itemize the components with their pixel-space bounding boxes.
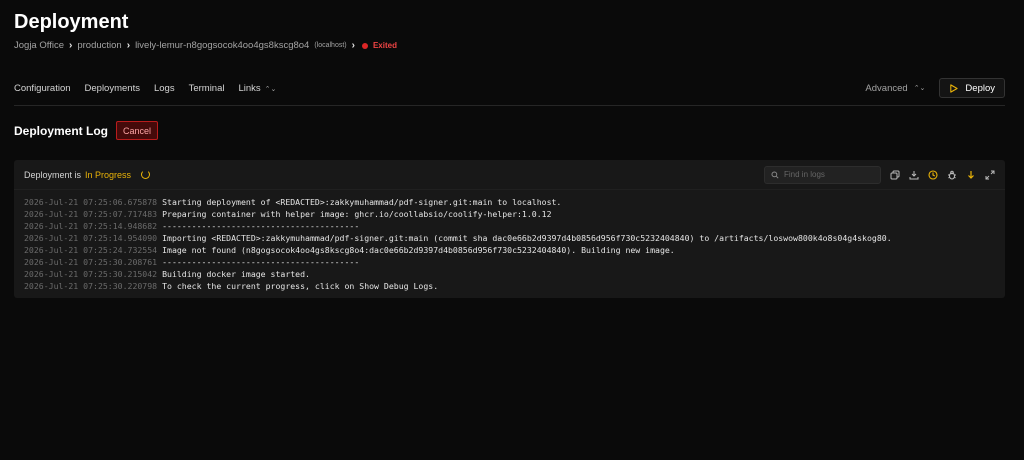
log-toolbar [764, 165, 995, 184]
chevron-right-icon: › [351, 40, 355, 51]
breadcrumb: Jogja Office › production › lively-lemur… [14, 40, 397, 51]
copy-icon[interactable] [890, 170, 900, 180]
tab-links-label: Links [238, 83, 261, 94]
log-timestamp: 2026-Jul-21 07:25:14.948682 [24, 221, 158, 231]
chevron-updown-icon: ⌃⌄ [913, 85, 926, 92]
arrow-down-icon[interactable] [966, 170, 976, 180]
deploy-label: Deploy [965, 82, 995, 94]
debug-icon[interactable] [947, 170, 957, 180]
divider [14, 105, 1005, 106]
clock-icon[interactable] [928, 169, 938, 180]
deployment-log-title: Deployment Log [14, 124, 109, 138]
page-title: Deployment [14, 11, 129, 33]
log-message: Preparing container with helper image: g… [162, 209, 552, 219]
deployment-page: Deployment Jogja Office › production › l… [0, 0, 1024, 460]
status-value: In Progress [85, 169, 132, 180]
search-icon [771, 170, 779, 179]
spinner-icon [141, 170, 151, 179]
deploy-button[interactable]: Deploy [939, 78, 1005, 98]
log-line: 2026-Jul-21 07:25:24.732554 Image not fou… [24, 244, 995, 256]
log-line: 2026-Jul-21 07:25:30.208761 -------------… [24, 256, 995, 268]
expand-icon[interactable] [985, 170, 995, 180]
play-icon [950, 83, 959, 93]
log-message: Starting deployment of <REDACTED>:zakkym… [162, 197, 562, 207]
log-message: Importing <REDACTED>:zakkymuhammad/pdf-s… [162, 233, 892, 243]
log-line: 2026-Jul-21 07:25:14.954090 Importing <RE… [24, 232, 995, 244]
log-line: 2026-Jul-21 07:25:30.215042 Building dock… [24, 268, 995, 280]
log-output: 2026-Jul-21 07:25:06.675878 Starting depl… [14, 190, 1005, 298]
tab-terminal[interactable]: Terminal [189, 83, 225, 94]
log-line: 2026-Jul-21 07:25:30.220798 To check the … [24, 280, 995, 292]
log-timestamp: 2026-Jul-21 07:25:06.675878 [24, 197, 158, 207]
breadcrumb-environment[interactable]: production [77, 40, 121, 51]
tab-links[interactable]: Links ⌃⌄ [238, 83, 276, 94]
log-message: Image not found (n8gogsocok4oo4gs8kscg8o… [162, 245, 675, 255]
log-line: 2026-Jul-21 07:25:07.717483 Preparing con… [24, 208, 995, 220]
chevron-right-icon: › [69, 40, 73, 51]
log-message: Building docker image started. [162, 269, 310, 279]
log-header: Deployment is In Progress [14, 160, 1005, 190]
tab-nav: Configuration Deployments Logs Terminal … [14, 83, 276, 94]
log-search[interactable] [764, 165, 881, 184]
cancel-button[interactable]: Cancel [116, 121, 159, 140]
chevron-updown-icon: ⌃⌄ [264, 85, 277, 93]
tab-deployments[interactable]: Deployments [85, 83, 140, 94]
status-prefix: Deployment is [24, 169, 82, 180]
page-actions: Advanced ⌃⌄ Deploy [865, 78, 1005, 98]
status-dot-icon [361, 42, 368, 49]
log-timestamp: 2026-Jul-21 07:25:24.732554 [24, 245, 158, 255]
breadcrumb-host: (localhost) [314, 42, 347, 49]
breadcrumb-app[interactable]: lively-lemur-n8gogsocok4oo4gs8kscg8o4 [135, 40, 309, 51]
chevron-right-icon: › [126, 40, 131, 51]
advanced-label: Advanced [865, 82, 908, 94]
log-line: 2026-Jul-21 07:25:14.948682 -------------… [24, 220, 995, 232]
log-timestamp: 2026-Jul-21 07:25:30.220798 [24, 281, 158, 291]
log-message: ---------------------------------------- [162, 221, 360, 231]
log-message: To check the current progress, click on … [162, 281, 439, 291]
status-badge: Exited [372, 41, 397, 50]
log-message: ---------------------------------------- [162, 257, 360, 267]
log-line: 2026-Jul-21 07:25:06.675878 Starting depl… [24, 196, 995, 208]
search-input[interactable] [784, 170, 874, 179]
log-timestamp: 2026-Jul-21 07:25:14.954090 [24, 233, 158, 243]
download-icon[interactable] [909, 170, 919, 180]
advanced-dropdown[interactable]: Advanced ⌃⌄ [865, 83, 925, 94]
deployment-status: Deployment is In Progress [24, 169, 151, 180]
tab-configuration[interactable]: Configuration [14, 83, 71, 94]
breadcrumb-team[interactable]: Jogja Office [14, 40, 64, 51]
log-panel: Deployment is In Progress Find in logs 2… [14, 160, 1005, 298]
tab-logs[interactable]: Logs [154, 83, 175, 94]
log-timestamp: 2026-Jul-21 07:25:07.717483 [24, 209, 158, 219]
log-timestamp: 2026-Jul-21 07:25:30.215042 [24, 269, 158, 279]
log-timestamp: 2026-Jul-21 07:25:30.208761 [24, 257, 158, 267]
